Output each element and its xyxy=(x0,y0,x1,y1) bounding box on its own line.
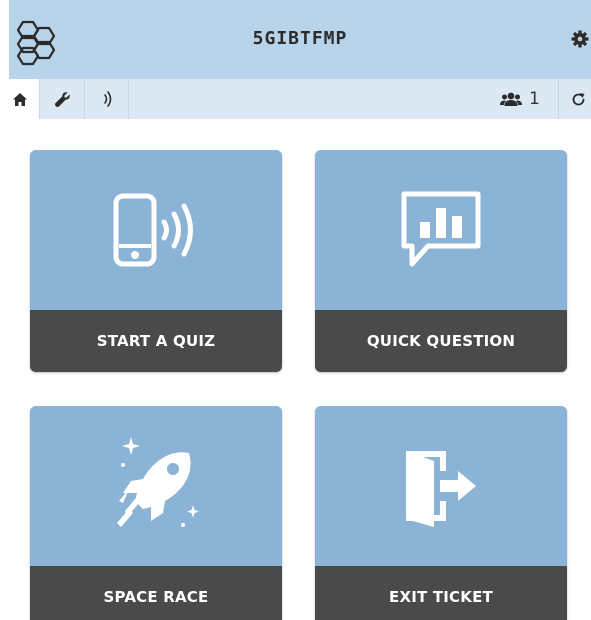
tile-icon-area xyxy=(315,406,567,566)
phone-broadcast-icon xyxy=(113,193,193,267)
wrench-icon xyxy=(54,91,70,107)
tab-tools[interactable] xyxy=(44,79,80,119)
tile-label: QUICK QUESTION xyxy=(315,310,567,372)
tile-label: START A QUIZ xyxy=(30,310,282,372)
tab-home[interactable] xyxy=(0,79,39,119)
refresh-button[interactable] xyxy=(566,79,591,119)
tile-icon-area xyxy=(30,150,282,310)
chart-speech-bubble-icon xyxy=(401,191,481,267)
exit-ticket-tile[interactable]: EXIT TICKET xyxy=(315,406,567,620)
header-bar: 5GIBTFMP xyxy=(9,0,591,79)
tile-icon-area xyxy=(30,406,282,566)
room-name: 5GIBTFMP xyxy=(252,28,348,49)
home-icon xyxy=(12,92,27,106)
refresh-icon xyxy=(572,92,585,105)
tab-live-results[interactable] xyxy=(88,79,128,119)
tab-divider xyxy=(39,79,40,119)
quick-question-tile[interactable]: QUICK QUESTION xyxy=(315,150,567,372)
tile-icon-area xyxy=(315,150,567,310)
live-signal-icon xyxy=(104,91,112,107)
users-icon xyxy=(500,92,522,106)
nav-toolbar: 1 xyxy=(0,79,591,119)
exit-door-icon xyxy=(406,451,476,527)
student-count-value: 1 xyxy=(529,89,540,109)
rocket-icon xyxy=(117,437,199,527)
tile-label: EXIT TICKET xyxy=(315,566,567,620)
student-count[interactable]: 1 xyxy=(500,79,540,119)
tab-divider xyxy=(558,79,559,119)
tile-label: SPACE RACE xyxy=(30,566,282,620)
tab-divider xyxy=(128,79,129,119)
space-race-tile[interactable]: SPACE RACE xyxy=(30,406,282,620)
gear-icon[interactable] xyxy=(571,30,589,48)
start-quiz-tile[interactable]: START A QUIZ xyxy=(30,150,282,372)
tab-divider xyxy=(84,79,85,119)
